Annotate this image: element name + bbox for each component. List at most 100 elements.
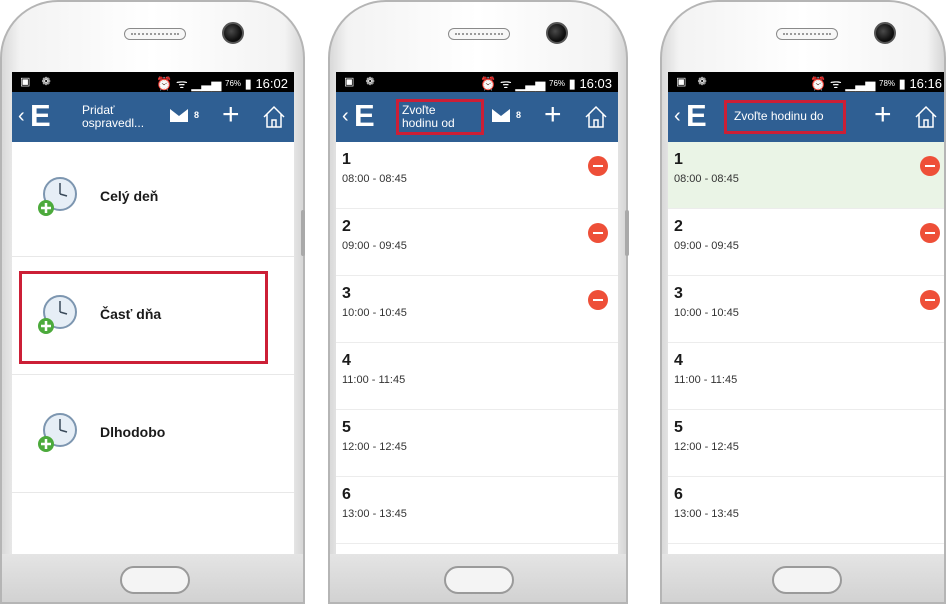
clock-time: 16:03 — [579, 76, 612, 91]
lesson-number: 4 — [342, 352, 351, 369]
lesson-time: 10:00 - 10:45 — [674, 307, 739, 319]
lesson-number: 4 — [674, 352, 683, 369]
option-label: Dlhodobo — [100, 424, 166, 440]
lesson-number: 2 — [674, 218, 683, 235]
signal-icon: ▁▃▅ — [515, 76, 546, 91]
lesson-number: 3 — [342, 285, 351, 302]
remove-icon[interactable] — [920, 290, 940, 310]
lesson-number: 5 — [342, 419, 351, 436]
remove-icon[interactable] — [588, 290, 608, 310]
home-icon[interactable] — [584, 105, 608, 129]
add-icon[interactable]: + — [222, 98, 240, 132]
phone-3: ▣ ❁ ⏰ ᯤ ▁▃▅ 78% ▮ 16:16 ‹ E Zvoľte hodin… — [660, 0, 946, 604]
clock-time: 16:16 — [909, 76, 942, 91]
lesson-row[interactable]: 2 09:00 - 09:45 — [336, 209, 618, 276]
back-chevron-icon[interactable]: ‹ — [18, 106, 25, 126]
alarm-icon: ⏰ — [810, 76, 827, 91]
remove-icon[interactable] — [920, 223, 940, 243]
lesson-row[interactable]: 3 10:00 - 10:45 — [668, 276, 944, 343]
add-icon[interactable]: + — [544, 98, 562, 132]
front-camera — [546, 22, 568, 44]
mail-count-badge: 8 — [516, 110, 522, 120]
add-clock-icon — [38, 177, 77, 216]
side-button — [301, 210, 305, 256]
app-bar-title: Pridať ospravedl... — [82, 104, 144, 130]
title-line-2: ospravedl... — [82, 116, 145, 130]
add-clock-icon — [38, 413, 77, 452]
lesson-number: 3 — [674, 285, 683, 302]
lesson-time: 08:00 - 08:45 — [674, 173, 739, 185]
phone-1: ▣ ❁ ⏰ ᯤ ▁▃▅ 76% ▮ 16:02 ‹ E Pridať ospra… — [0, 0, 305, 604]
battery-percent: 76% — [549, 79, 566, 88]
status-notification-icons: ▣ ❁ — [344, 76, 379, 88]
lesson-time: 12:00 - 12:45 — [342, 441, 407, 453]
speaker-grille — [776, 28, 838, 40]
highlight-box — [19, 271, 268, 364]
remove-icon[interactable] — [588, 156, 608, 176]
front-camera — [222, 22, 244, 44]
home-icon[interactable] — [262, 105, 286, 129]
hardware-home-button[interactable] — [120, 566, 190, 594]
app-logo[interactable]: E — [354, 100, 375, 132]
front-camera — [874, 22, 896, 44]
highlight-box — [396, 99, 484, 135]
lesson-number: 5 — [674, 419, 683, 436]
app-bar: ‹ E Pridať ospravedl... 8 + — [12, 92, 294, 142]
lesson-time: 12:00 - 12:45 — [674, 441, 739, 453]
mail-icon[interactable] — [492, 109, 510, 122]
add-icon[interactable]: + — [874, 98, 892, 132]
lesson-number: 6 — [342, 486, 351, 503]
lesson-row[interactable]: 1 08:00 - 08:45 — [336, 142, 618, 209]
alarm-icon: ⏰ — [480, 76, 497, 91]
battery-icon: ▮ — [568, 76, 576, 91]
lesson-row[interactable]: 2 09:00 - 09:45 — [668, 209, 944, 276]
remove-icon[interactable] — [920, 156, 940, 176]
back-chevron-icon[interactable]: ‹ — [674, 106, 681, 126]
option-long-term[interactable]: Dlhodobo — [12, 378, 294, 493]
highlight-box — [724, 100, 846, 134]
speaker-grille — [124, 28, 186, 40]
lesson-row-selected[interactable]: 1 08:00 - 08:45 — [668, 142, 944, 209]
status-right: ⏰ ᯤ ▁▃▅ 78% ▮ 16:16 — [810, 74, 942, 92]
side-button — [625, 210, 629, 256]
status-bar: ▣ ❁ ⏰ ᯤ ▁▃▅ 76% ▮ 16:03 — [336, 72, 618, 92]
battery-icon: ▮ — [244, 76, 252, 91]
lesson-time: 13:00 - 13:45 — [342, 508, 407, 520]
hardware-home-button[interactable] — [772, 566, 842, 594]
app-bar: ‹ E Zvoľte hodinu do + — [668, 92, 944, 142]
lesson-row[interactable]: 3 10:00 - 10:45 — [336, 276, 618, 343]
status-bar: ▣ ❁ ⏰ ᯤ ▁▃▅ 76% ▮ 16:02 — [12, 72, 294, 92]
lesson-time: 10:00 - 10:45 — [342, 307, 407, 319]
hardware-home-button[interactable] — [444, 566, 514, 594]
wifi-icon: ᯤ — [499, 76, 512, 91]
signal-icon: ▁▃▅ — [191, 76, 222, 91]
lesson-row[interactable]: 5 12:00 - 12:45 — [336, 410, 618, 477]
lesson-time: 11:00 - 11:45 — [342, 374, 406, 386]
screen: ▣ ❁ ⏰ ᯤ ▁▃▅ 76% ▮ 16:02 ‹ E Pridať ospra… — [12, 72, 294, 560]
app-bar: ‹ E Zvoľte hodinu od 8 + — [336, 92, 618, 142]
lesson-number: 1 — [674, 151, 683, 168]
mail-icon[interactable] — [170, 109, 188, 122]
lesson-time: 13:00 - 13:45 — [674, 508, 739, 520]
remove-icon[interactable] — [588, 223, 608, 243]
status-notification-icons: ▣ ❁ — [676, 76, 711, 88]
app-logo[interactable]: E — [30, 100, 51, 132]
lesson-row[interactable]: 6 13:00 - 13:45 — [336, 477, 618, 544]
back-chevron-icon[interactable]: ‹ — [342, 106, 349, 126]
status-bar: ▣ ❁ ⏰ ᯤ ▁▃▅ 78% ▮ 16:16 — [668, 72, 944, 92]
lesson-row[interactable]: 4 11:00 - 11:45 — [668, 343, 944, 410]
signal-icon: ▁▃▅ — [845, 76, 876, 91]
lesson-row[interactable]: 5 12:00 - 12:45 — [668, 410, 944, 477]
lesson-row[interactable]: 6 13:00 - 13:45 — [668, 477, 944, 544]
screen: ▣ ❁ ⏰ ᯤ ▁▃▅ 76% ▮ 16:03 ‹ E Zvoľte hodin… — [336, 72, 618, 560]
battery-percent: 78% — [879, 79, 896, 88]
clock-time: 16:02 — [255, 76, 288, 91]
app-logo[interactable]: E — [686, 100, 707, 132]
option-whole-day[interactable]: Celý deň — [12, 142, 294, 257]
home-icon[interactable] — [914, 105, 938, 129]
option-label: Celý deň — [100, 188, 159, 204]
mail-count-badge: 8 — [194, 110, 200, 120]
wifi-icon: ᯤ — [175, 76, 188, 91]
lesson-time: 09:00 - 09:45 — [674, 240, 739, 252]
lesson-row[interactable]: 4 11:00 - 11:45 — [336, 343, 618, 410]
